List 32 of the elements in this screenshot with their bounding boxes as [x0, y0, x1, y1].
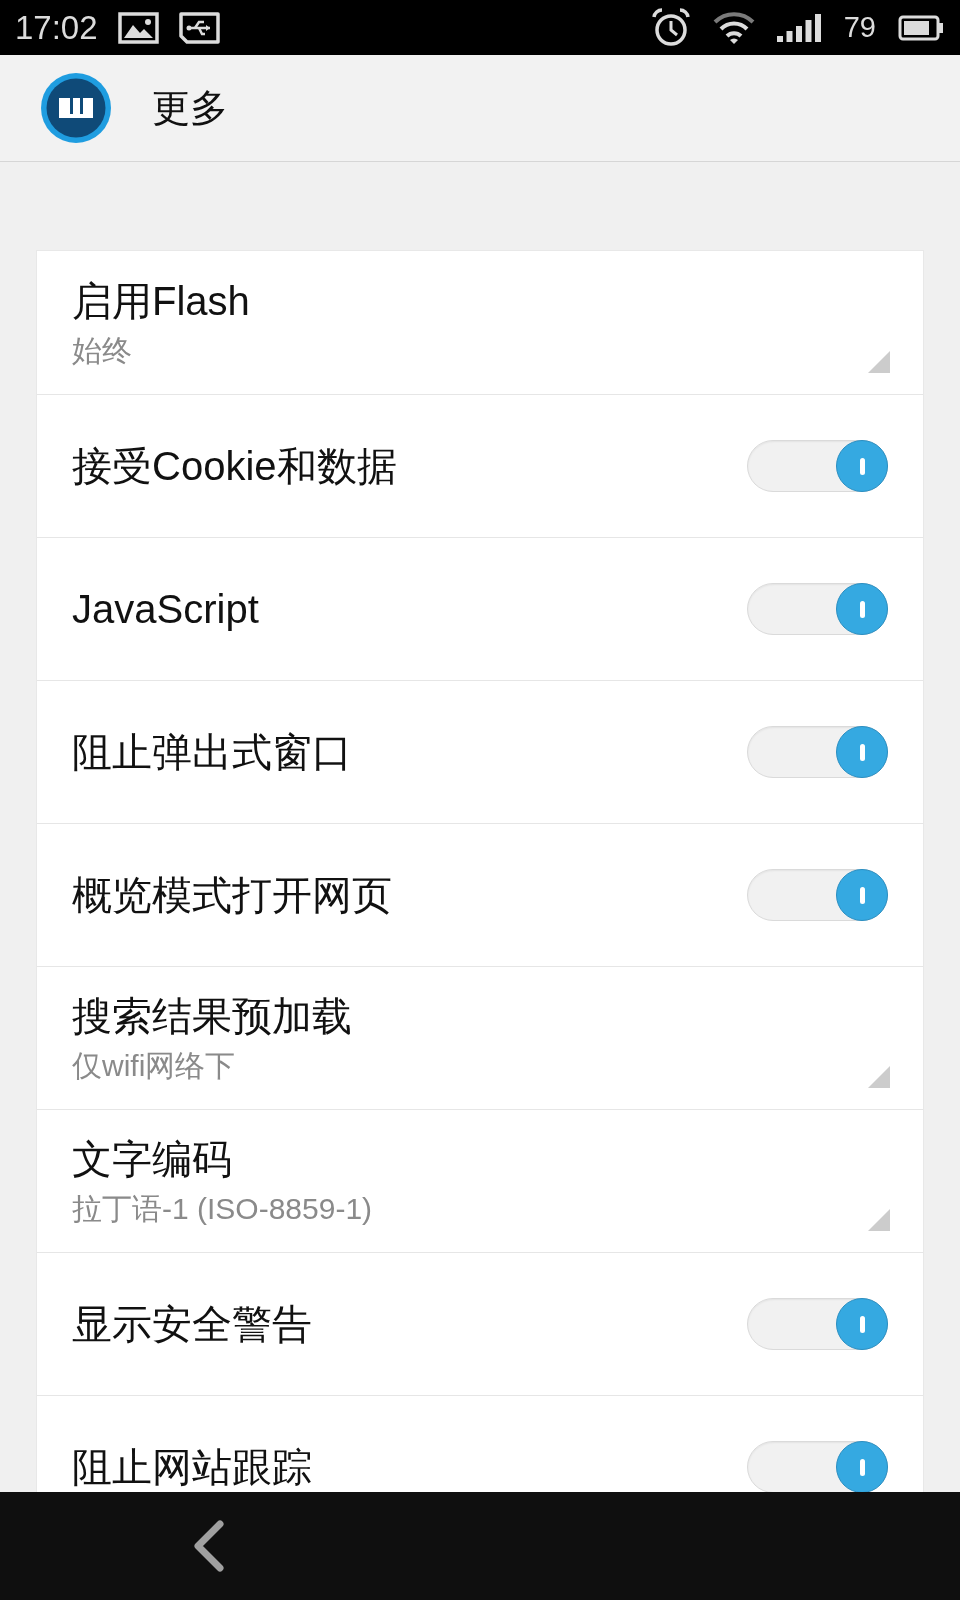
setting-title: 文字编码: [72, 1136, 232, 1183]
signal-icon: [776, 13, 822, 42]
setting-title: 接受Cookie和数据: [72, 443, 397, 490]
usb-icon: [178, 11, 220, 44]
toggle-switch[interactable]: [747, 869, 888, 921]
corner-triangle-icon: [868, 1209, 890, 1231]
setting-title: 搜索结果预加载: [72, 993, 352, 1040]
chevron-left-icon: [192, 1520, 226, 1572]
setting-value[interactable]: 拉丁语-1 (ISO-8859-1): [72, 1191, 373, 1227]
battery-icon: [898, 14, 944, 41]
setting-value[interactable]: 仅wifi网络下: [72, 1048, 236, 1084]
setting-title: 阻止弹出式窗口: [72, 729, 352, 776]
wifi-icon: [712, 10, 755, 45]
corner-triangle-icon: [868, 1066, 890, 1088]
page-title: 更多: [152, 85, 228, 131]
setting-title: 概览模式打开网页: [72, 872, 392, 919]
toggle-switch[interactable]: [747, 726, 888, 778]
setting-title: JavaScript: [72, 586, 259, 633]
setting-value[interactable]: 始终: [72, 332, 132, 369]
toggle-switch[interactable]: [747, 583, 888, 635]
status-time: 17:02: [15, 11, 98, 44]
toggle-switch[interactable]: [747, 440, 888, 492]
setting-title: 显示安全警告: [72, 1301, 312, 1348]
setting-title: 启用Flash: [72, 277, 250, 325]
setting-title: 阻止网站跟踪: [72, 1444, 312, 1491]
app-logo-icon: [40, 72, 112, 144]
battery-level: 79: [843, 13, 876, 42]
alarm-clock-icon: [650, 7, 691, 48]
picture-icon: [117, 11, 159, 44]
toggle-switch[interactable]: [747, 1441, 888, 1492]
toggle-switch[interactable]: [747, 1298, 888, 1350]
corner-triangle-icon: [868, 351, 890, 373]
